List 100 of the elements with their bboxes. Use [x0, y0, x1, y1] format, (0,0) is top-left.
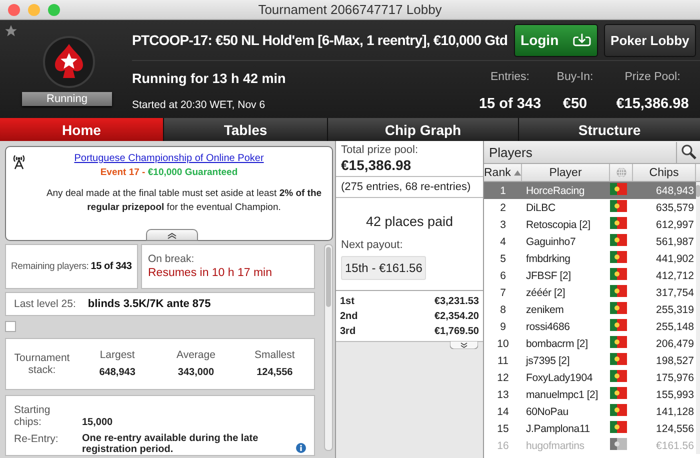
column-header[interactable]: Chips — [633, 164, 696, 181]
close-button[interactable] — [8, 4, 20, 16]
tab[interactable]: Chip Graph — [328, 118, 518, 141]
tab[interactable]: Structure — [519, 118, 700, 141]
player-row[interactable]: 6 JFBSF [2] 412,712 — [484, 267, 696, 284]
flag-icon — [610, 353, 627, 365]
player-row[interactable]: 9 rossi4686 255,148 — [484, 318, 696, 335]
player-row[interactable]: 13 manuelmpc1 [2] 155,993 — [484, 386, 696, 403]
rank-cell-text: 8 — [499, 304, 507, 316]
chip-count: 198,527 — [655, 354, 695, 366]
places-paid: 42 places paid — [364, 214, 454, 229]
flag-icon — [610, 438, 627, 450]
favorite-star-icon[interactable] — [4, 24, 18, 38]
rank-cell-text: 11 — [496, 354, 510, 366]
window-title: Tournament 2066747717 Lobby — [258, 2, 442, 17]
collapse-tab-icon[interactable] — [146, 228, 198, 241]
player-name: 60NoPau — [525, 406, 570, 418]
player-row[interactable]: 11 js7395 [2] 198,527 — [484, 352, 696, 369]
player-name: js7395 [2] — [524, 354, 571, 366]
rank-cell-text: 1 — [499, 184, 507, 196]
player-row[interactable]: 4 Gaguinho7 561,987 — [484, 233, 696, 250]
tab[interactable]: Home — [0, 118, 163, 141]
column-header[interactable]: Rank — [484, 164, 522, 181]
rank-cell-text: 10 — [496, 338, 510, 350]
player-row[interactable]: 5 fmbdrking 441,902 — [484, 250, 696, 267]
player-row[interactable]: 8 zenikem 255,319 — [484, 301, 696, 318]
tab[interactable]: Tables — [164, 118, 327, 141]
stat-value: €15,386.98 — [616, 96, 689, 112]
flag-icon — [610, 285, 627, 297]
stack-heading: Largest — [98, 348, 136, 361]
flag-icon — [610, 319, 627, 331]
stat-label: Entries: — [490, 71, 530, 83]
rank-cell-text: 14 — [496, 406, 510, 418]
event-link[interactable]: Portuguese Championship of Online Poker — [74, 153, 264, 164]
break-resume-time: Resumes in 10 h 17 min — [148, 267, 274, 280]
player-row[interactable]: 12 FoxyLady1904 175,976 — [484, 369, 696, 386]
rank-cell-text: 4 — [499, 236, 507, 248]
chip-count: 155,993 — [655, 388, 695, 400]
prize-pool-value: €15,386.98 — [341, 157, 412, 173]
rank-cell-text: 7 — [499, 286, 507, 298]
flag-icon — [610, 336, 627, 348]
next-payout-label: Next payout: — [340, 239, 404, 251]
player-name: zenikem — [525, 304, 565, 316]
flag-icon — [610, 404, 627, 416]
rank-cell-text: 3 — [499, 218, 507, 230]
player-name: J.Pamplona11 — [525, 422, 591, 434]
level-label: Last level 25: — [14, 298, 76, 310]
player-name: zééér [2] — [525, 286, 566, 298]
checkbox[interactable] — [5, 320, 16, 332]
next-payout: 15th - €161.56 — [341, 256, 426, 280]
chip-count: 255,148 — [655, 320, 695, 332]
player-row[interactable]: 14 60NoPau 141,128 — [484, 403, 696, 420]
stat-value: €50 — [562, 96, 588, 112]
flag-icon — [610, 200, 627, 212]
running-time: Running for 13 h 42 min — [132, 71, 287, 86]
rank-cell-text: 13 — [496, 388, 510, 400]
flag-icon — [610, 387, 627, 399]
chip-count: 612,997 — [655, 218, 695, 230]
rank-cell-text: 9 — [499, 320, 507, 332]
info-label: Starting chips: — [14, 404, 52, 428]
chip-count: 141,128 — [655, 406, 695, 418]
remaining-label: Remaining players: — [11, 260, 89, 272]
info-value: 15,000 — [82, 417, 113, 428]
stat-label: Buy-In: — [556, 71, 594, 83]
login-button[interactable]: Login — [514, 24, 598, 56]
info-icon[interactable] — [296, 443, 306, 453]
globe-icon — [616, 167, 626, 178]
payout-place: 3rd — [340, 326, 356, 337]
column-header[interactable]: Player — [522, 164, 610, 181]
payout-place: 1st — [340, 296, 354, 307]
stat-value: 15 of 343 — [478, 96, 542, 112]
chip-count: €161.56 — [655, 440, 695, 452]
info-label: Re-Entry: — [14, 433, 60, 447]
stat-label: Prize Pool: — [624, 71, 680, 83]
player-row[interactable]: 7 zééér [2] 317,754 — [484, 284, 696, 301]
player-name: fmbdrking — [525, 252, 572, 264]
payout-amount: €2,354.20 — [434, 311, 479, 322]
rank-cell-text: 6 — [499, 270, 507, 282]
player-name: FoxyLady1904 — [525, 372, 594, 384]
player-row[interactable]: 15 J.Pamplona11 124,556 — [484, 420, 696, 437]
zoom-button[interactable] — [48, 4, 60, 16]
download-icon — [572, 32, 591, 48]
lobby-button[interactable]: Poker Lobby — [604, 24, 696, 56]
chip-count: 317,754 — [655, 286, 695, 298]
player-name: Gaguinho7 — [525, 236, 577, 248]
chip-count: 255,319 — [655, 304, 695, 316]
payout-amount: €1,769.50 — [434, 326, 479, 337]
rank-cell-text: 12 — [496, 372, 510, 384]
flag-icon — [610, 217, 627, 229]
player-name: bombacrm [2] — [525, 338, 589, 350]
panel-title: Players — [488, 144, 534, 160]
scrollbar[interactable] — [324, 244, 333, 451]
player-row[interactable]: 3 Retoscopia [2] 612,997 — [484, 216, 696, 233]
minimize-button[interactable] — [28, 4, 40, 16]
player-row[interactable]: 10 bombacrm [2] 206,479 — [484, 335, 696, 352]
expand-tab-icon[interactable] — [450, 341, 478, 349]
sort-arrow-icon — [514, 170, 521, 176]
player-row[interactable]: 1 HorceRacing 648,943 — [484, 182, 696, 199]
player-row[interactable]: 2 DiLBC 635,579 — [484, 199, 696, 216]
spade-logo-icon — [43, 36, 95, 88]
